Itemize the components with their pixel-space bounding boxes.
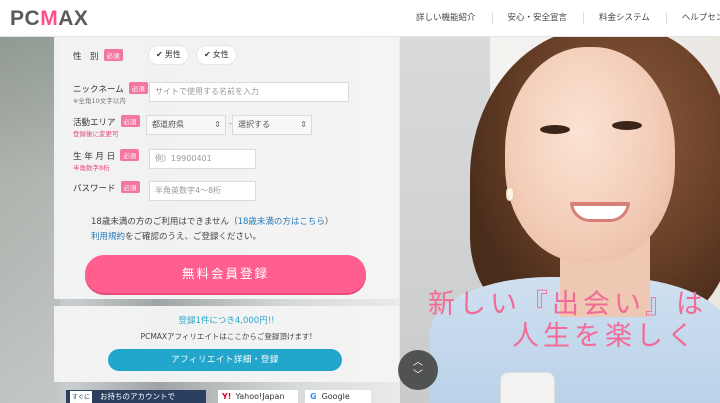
birthday-label: 生 年 月 日必須	[73, 149, 140, 162]
nickname-note: ※全角10文字以内	[73, 97, 126, 105]
terms-link[interactable]: 利用規約	[91, 232, 125, 242]
google-icon: G	[310, 392, 317, 401]
photo-model-face	[505, 47, 675, 262]
pcmax-logo[interactable]: PCMAX	[10, 7, 88, 31]
required-badge: 必須	[120, 181, 140, 193]
birthday-note: 半角数字8桁	[73, 164, 110, 172]
affiliate-title: 登録1件につき4,000円!!	[178, 316, 275, 326]
photo-model-earring	[506, 187, 514, 201]
photo-model-eye-right	[612, 121, 642, 130]
gender-option-female[interactable]: ✔ 女性	[197, 46, 236, 64]
check-icon: ✔	[204, 50, 211, 59]
under-18-link[interactable]: 18歳未満の方はこちら	[238, 217, 325, 227]
nickname-input[interactable]: サイトで使用する名前を入力	[149, 82, 349, 102]
terms-notice: 利用規約をご確認のうえ、ご登録ください。	[91, 232, 262, 242]
birthday-input[interactable]: 例）19900401	[149, 149, 256, 169]
chevron-updown-icon: ⇕	[214, 120, 221, 129]
yahoo-login-button[interactable]: Y! Yahoo!Japan	[218, 390, 298, 403]
prefecture-select[interactable]: 都道府県 ⇕	[146, 115, 226, 135]
chevron-up-icon: ︿	[413, 357, 423, 368]
chevron-updown-icon: ⇕	[300, 120, 307, 129]
photo-smartphone	[500, 372, 555, 403]
registration-form: 性 別必須 ✔ 男性 ✔ 女性 ニックネーム 必須 ※全角10文字以内 サイトで使用す…	[54, 37, 399, 299]
required-badge: 必須	[128, 82, 148, 94]
photo-background-trees	[0, 37, 60, 403]
required-badge: 必須	[120, 115, 140, 127]
site-header: PCMAX 詳しい機能紹介 安心・安全宣言 料金システム ヘルプセンタ	[0, 0, 720, 37]
main-nav: 詳しい機能紹介 安心・安全宣言 料金システム ヘルプセンタ	[400, 0, 720, 37]
chevron-down-icon: ﹀	[413, 370, 423, 381]
social-badge: すぐに	[70, 391, 93, 403]
gender-option-male[interactable]: ✔ 男性	[149, 46, 188, 64]
required-badge: 必須	[103, 49, 123, 61]
area-label: 活動エリア 必須	[73, 115, 140, 128]
free-register-button[interactable]: 無料会員登録	[85, 255, 366, 293]
password-input[interactable]: 半角英数字4～8桁	[149, 181, 256, 201]
affiliate-subtitle: PCMAXアフィリエイトはここからご登録頂けます!	[140, 332, 313, 341]
nickname-label: ニックネーム 必須	[73, 82, 148, 95]
photo-model-eye-left	[540, 125, 570, 134]
area-note: 登録後に変更可	[73, 130, 119, 138]
city-select[interactable]: 選択する ⇕	[232, 115, 312, 135]
nav-safety[interactable]: 安心・安全宣言	[491, 0, 584, 37]
affiliate-panel: 登録1件につき4,000円!! PCMAXアフィリエイトはここからご登録頂けます…	[54, 306, 399, 382]
nav-help-center[interactable]: ヘルプセンタ	[665, 0, 720, 37]
required-badge: 必須	[120, 149, 140, 161]
nav-pricing[interactable]: 料金システム	[583, 0, 666, 37]
age-restriction-notice: 18歳未満の方のご利用はできません（18歳未満の方はこちら）	[91, 217, 334, 227]
social-login-banner: すぐに お持ちのアカウントで	[66, 390, 206, 403]
gender-label: 性 別必須	[73, 49, 123, 62]
check-icon: ✔	[156, 50, 163, 59]
password-label: パスワード 必須	[73, 181, 140, 194]
scroll-button[interactable]: ︿ ﹀	[398, 350, 438, 390]
nav-features[interactable]: 詳しい機能紹介	[400, 0, 492, 37]
yahoo-icon: Y!	[222, 392, 232, 401]
affiliate-button[interactable]: アフィリエイト詳細・登録	[108, 349, 342, 371]
hero-tagline-line2: 人生を楽しく	[512, 321, 698, 352]
google-login-button[interactable]: G Google	[305, 390, 371, 403]
